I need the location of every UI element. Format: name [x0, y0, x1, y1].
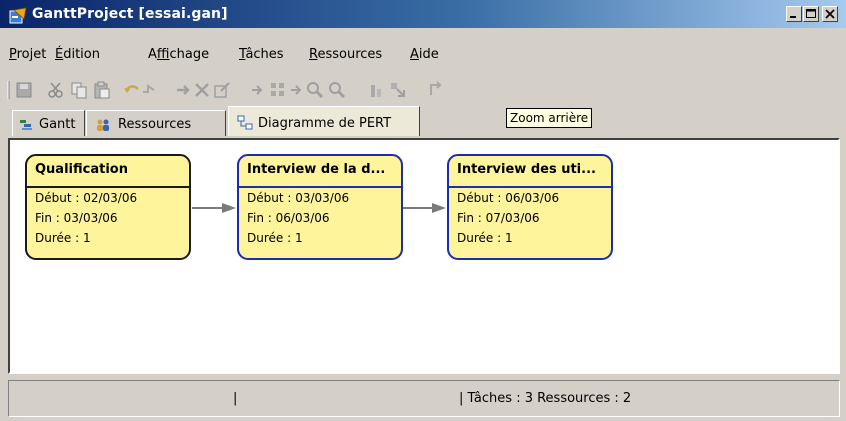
- menu-aide-rest: ide: [418, 47, 439, 62]
- properties-icon[interactable]: [212, 80, 232, 100]
- refresh-icon[interactable]: [426, 80, 446, 100]
- menu-edition-rest: dition: [63, 47, 100, 62]
- menu-ressources-rest: essources: [317, 47, 383, 62]
- arrow-1-2: [192, 203, 236, 213]
- tab-gantt-label: Gantt: [39, 117, 76, 132]
- pert-chart-canvas[interactable]: Qualification Début : 02/03/06 Fin : 03/…: [8, 138, 840, 374]
- tab-ressources-label: Ressources: [118, 117, 192, 132]
- pert-node-qualification[interactable]: Qualification Début : 02/03/06 Fin : 03/…: [25, 154, 191, 260]
- unlink-icon[interactable]: [249, 80, 269, 100]
- cut-icon[interactable]: [46, 80, 66, 100]
- paste-icon[interactable]: [92, 80, 112, 100]
- menu-projet-rest: rojet: [16, 47, 47, 62]
- status-separator: |: [233, 391, 238, 406]
- pert-node-duration: Durée : 1: [247, 231, 303, 245]
- menu-projet[interactable]: Projet: [9, 47, 46, 62]
- menu-aide[interactable]: Aide: [410, 47, 439, 62]
- pert-node-end: Fin : 06/03/06: [247, 211, 330, 225]
- gantt-icon: [20, 120, 32, 130]
- window-title: GanttProject [essai.gan]: [32, 6, 228, 22]
- delete-icon[interactable]: [192, 80, 212, 100]
- menu-affichage-mnemonic: f: [156, 47, 170, 62]
- menu-projet-mnemonic: P: [9, 47, 17, 62]
- menu-affichage-prefix: A: [148, 47, 157, 62]
- tab-ressources[interactable]: Ressources: [86, 110, 226, 136]
- resources-icon: [97, 119, 109, 131]
- redo-icon[interactable]: [139, 80, 159, 100]
- menu-edition-mnemonic: É: [55, 47, 64, 62]
- pert-node-interview-des-uti[interactable]: Interview des uti... Début : 06/03/06 Fi…: [447, 154, 613, 260]
- zoom-in-icon[interactable]: [305, 80, 325, 100]
- menu-affichage-rest: fichage: [169, 47, 210, 62]
- view-tabs: Gantt Ressources Diagramme de PERT: [0, 106, 846, 138]
- menu-ressources[interactable]: Ressources: [309, 47, 382, 62]
- pert-node-title: Interview des uti...: [457, 162, 596, 177]
- pert-node-title: Interview de la d...: [247, 162, 386, 177]
- toolbar: [0, 76, 846, 106]
- pert-icon: [237, 115, 253, 130]
- maximize-button[interactable]: [803, 6, 819, 22]
- status-bar: | | Tâches : 3 Ressources : 2: [8, 380, 840, 417]
- zoom-out-icon[interactable]: [327, 80, 347, 100]
- pert-node-end: Fin : 07/03/06: [457, 211, 540, 225]
- title-bar[interactable]: GanttProject [essai.gan]: [0, 0, 846, 30]
- maximize-icon: [806, 9, 816, 18]
- minimize-button[interactable]: [786, 6, 802, 22]
- toolbar-grip: [7, 81, 10, 99]
- close-button[interactable]: [822, 6, 838, 22]
- pert-node-interview-de-la-d[interactable]: Interview de la d... Début : 03/03/06 Fi…: [237, 154, 403, 260]
- save-icon[interactable]: [14, 80, 34, 100]
- menu-taches[interactable]: Tâches: [239, 47, 284, 62]
- copy-icon[interactable]: [69, 80, 89, 100]
- zoom-out-tooltip: Zoom arrière: [506, 108, 593, 128]
- pert-node-duration: Durée : 1: [457, 231, 513, 245]
- pert-node-start: Début : 06/03/06: [457, 191, 560, 205]
- ganttproject-app-icon: [9, 7, 27, 24]
- link-icon[interactable]: [268, 80, 288, 100]
- pert-node-duration: Durée : 1: [35, 231, 91, 245]
- menu-aide-mnemonic: A: [410, 47, 419, 62]
- chart-icon[interactable]: [367, 80, 387, 100]
- pert-node-start: Début : 03/03/06: [247, 191, 350, 205]
- status-task-resource-count: | Tâches : 3 Ressources : 2: [459, 391, 632, 406]
- menu-affichage[interactable]: Affichage: [148, 47, 209, 62]
- close-icon: [825, 9, 835, 19]
- pert-node-title: Qualification: [35, 162, 128, 177]
- menu-bar: Projet Édition Affichage Tâches Ressourc…: [0, 30, 846, 66]
- menu-taches-rest: âches: [245, 47, 284, 62]
- tab-gantt[interactable]: Gantt: [12, 110, 85, 136]
- tab-pert-label: Diagramme de PERT: [258, 116, 392, 131]
- pert-node-start: Début : 02/03/06: [35, 191, 138, 205]
- minimize-icon: [790, 16, 796, 18]
- indent-icon[interactable]: [174, 80, 194, 100]
- tab-pert[interactable]: Diagramme de PERT: [228, 106, 420, 136]
- assign-icon[interactable]: [388, 80, 408, 100]
- menu-edition[interactable]: Édition: [55, 47, 100, 62]
- pert-node-end: Fin : 03/03/06: [35, 211, 118, 225]
- arrow-2-3: [403, 203, 446, 213]
